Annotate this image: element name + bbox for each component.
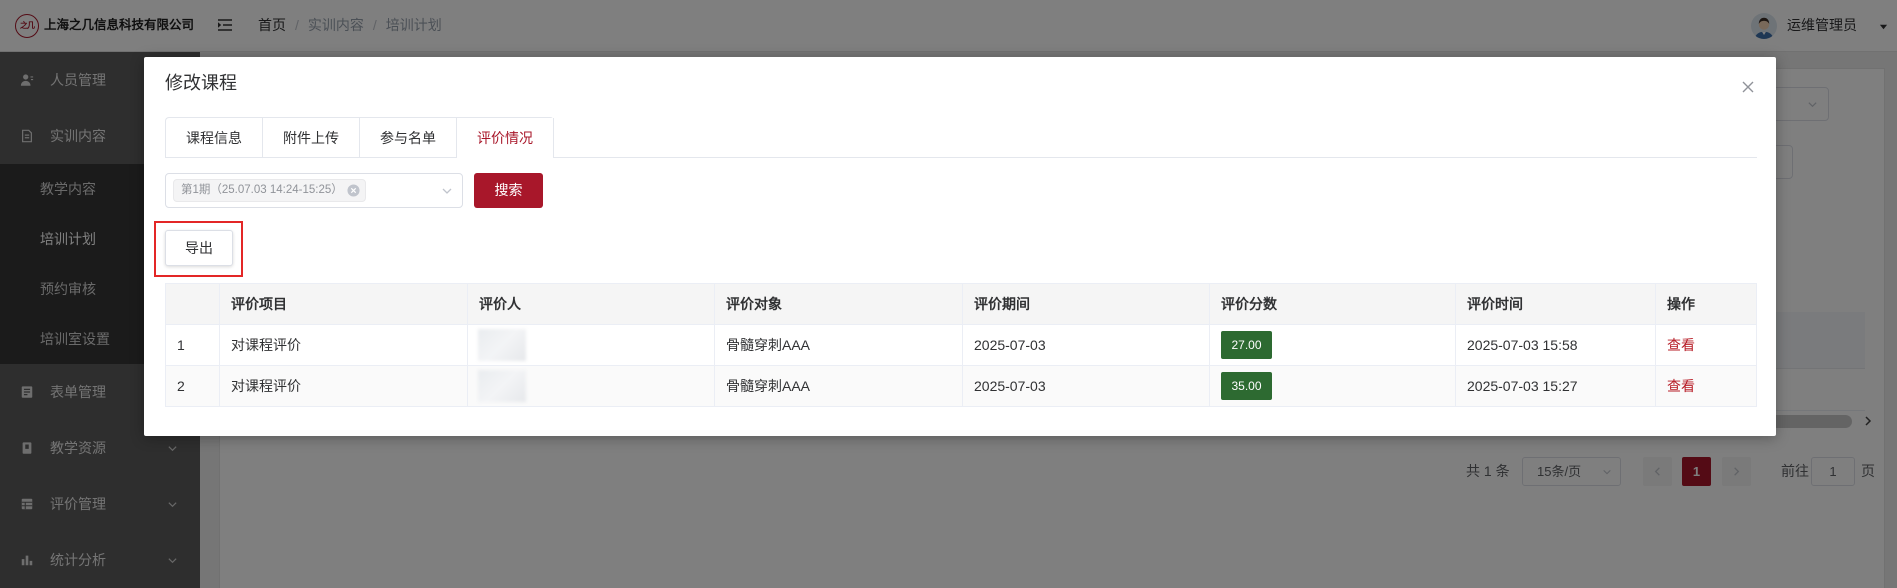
evaluation-item: 对课程评价 xyxy=(219,365,468,407)
evaluation-target: 骨髓穿刺AAA xyxy=(714,365,963,407)
column-header: 评价项目 xyxy=(219,283,468,325)
tabs-divider xyxy=(165,157,1757,158)
selected-period-label: 第1期（25.07.03 14:24-15:25） xyxy=(181,184,343,196)
evaluator-cell xyxy=(467,365,715,407)
evaluation-time: 2025-07-03 15:27 xyxy=(1455,365,1656,407)
export-button[interactable]: 导出 xyxy=(165,230,233,266)
dialog-tabs: 课程信息 附件上传 参与名单 评价情况 xyxy=(165,117,554,158)
table-row: 2 对课程评价 骨髓穿刺AAA 2025-07-03 35.00 2025-07… xyxy=(165,365,1757,407)
period-select[interactable]: 第1期（25.07.03 14:24-15:25） xyxy=(165,173,463,208)
selected-period-tag: 第1期（25.07.03 14:24-15:25） xyxy=(173,179,366,202)
evaluator-redacted-image xyxy=(478,370,526,402)
column-header: 评价时间 xyxy=(1455,283,1656,325)
table-row: 1 对课程评价 骨髓穿刺AAA 2025-07-03 27.00 2025-07… xyxy=(165,324,1757,366)
evaluator-redacted-image xyxy=(478,329,526,361)
evaluation-time: 2025-07-03 15:58 xyxy=(1455,324,1656,366)
tab-participant-list[interactable]: 参与名单 xyxy=(360,118,457,158)
column-header: 评价人 xyxy=(467,283,715,325)
chevron-down-icon xyxy=(441,185,453,197)
dialog-title: 修改课程 xyxy=(165,73,237,93)
column-header: 操作 xyxy=(1655,283,1757,325)
evaluation-item: 对课程评价 xyxy=(219,324,468,366)
column-header: 评价对象 xyxy=(714,283,963,325)
view-link[interactable]: 查看 xyxy=(1667,378,1695,394)
score-cell: 27.00 xyxy=(1209,324,1456,366)
tab-course-info[interactable]: 课程信息 xyxy=(166,118,263,158)
score-badge: 35.00 xyxy=(1221,372,1272,400)
tab-evaluation[interactable]: 评价情况 xyxy=(457,118,554,158)
edit-course-dialog: 修改课程 课程信息 附件上传 参与名单 评价情况 第1期（25.07.03 14… xyxy=(144,57,1776,436)
action-cell: 查看 xyxy=(1655,365,1757,407)
score-cell: 35.00 xyxy=(1209,365,1456,407)
column-header: 评价分数 xyxy=(1209,283,1456,325)
evaluation-period: 2025-07-03 xyxy=(962,324,1210,366)
table-header-row: 评价项目 评价人 评价对象 评价期间 评价分数 评价时间 操作 xyxy=(165,283,1757,325)
index-header xyxy=(165,283,220,325)
evaluation-target: 骨髓穿刺AAA xyxy=(714,324,963,366)
column-header: 评价期间 xyxy=(962,283,1210,325)
evaluation-period: 2025-07-03 xyxy=(962,365,1210,407)
close-icon[interactable] xyxy=(1741,80,1755,94)
tab-attachment-upload[interactable]: 附件上传 xyxy=(263,118,360,158)
row-index: 1 xyxy=(165,324,220,366)
evaluation-table: 评价项目 评价人 评价对象 评价期间 评价分数 评价时间 操作 1 对课程评价 … xyxy=(165,283,1757,407)
action-cell: 查看 xyxy=(1655,324,1757,366)
row-index: 2 xyxy=(165,365,220,407)
score-badge: 27.00 xyxy=(1221,331,1272,359)
search-button[interactable]: 搜索 xyxy=(474,173,543,208)
evaluator-cell xyxy=(467,324,715,366)
view-link[interactable]: 查看 xyxy=(1667,337,1695,353)
tag-close-icon[interactable] xyxy=(347,184,360,197)
